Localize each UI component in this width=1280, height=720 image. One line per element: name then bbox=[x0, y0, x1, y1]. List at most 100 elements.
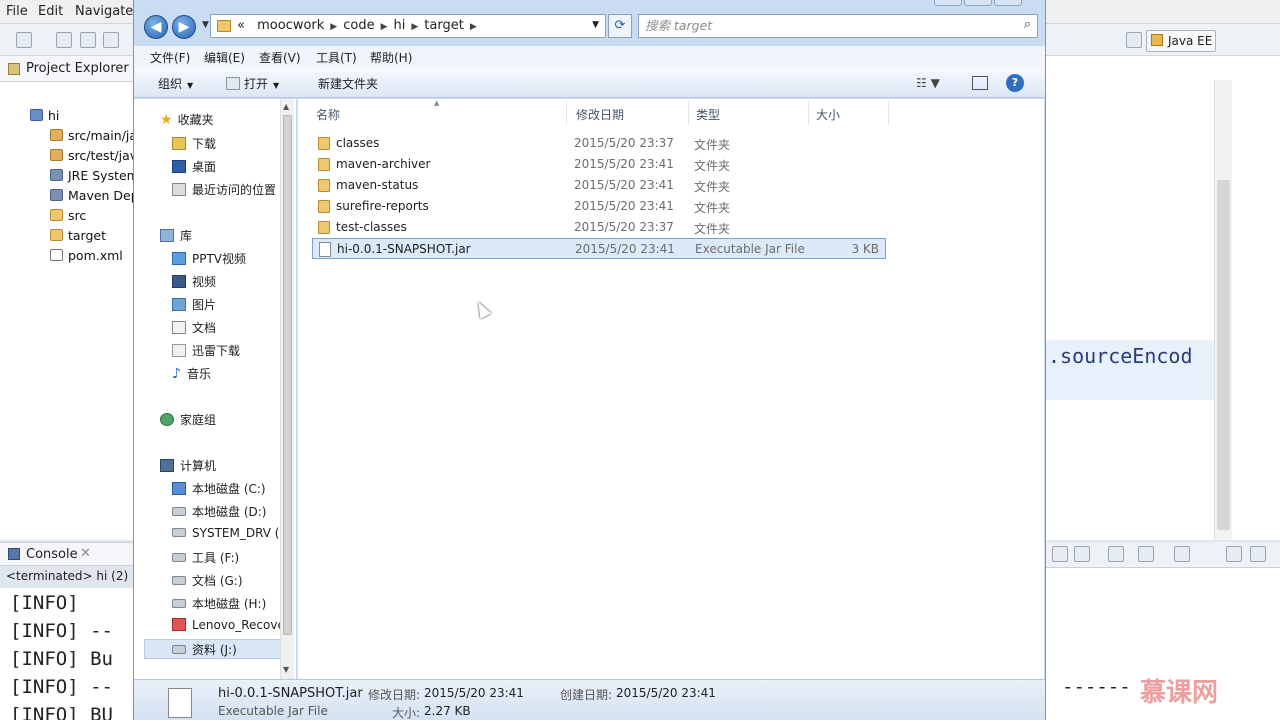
tree-src-test[interactable]: src/test/jav bbox=[50, 148, 137, 163]
tree-jre-system[interactable]: JRE System bbox=[50, 168, 139, 183]
maximize-button[interactable] bbox=[964, 0, 992, 6]
eclipse-menu-navigate[interactable]: Navigate bbox=[75, 4, 133, 19]
open-perspective-icon[interactable] bbox=[1126, 32, 1142, 48]
new-console-icon[interactable] bbox=[1174, 546, 1190, 562]
display-console-icon[interactable] bbox=[1074, 546, 1090, 562]
editor-scroll-thumb[interactable] bbox=[1217, 180, 1230, 530]
nav-videos[interactable]: 视频 bbox=[172, 273, 216, 290]
print-icon[interactable] bbox=[103, 32, 119, 48]
menu-file[interactable]: 文件(F) bbox=[150, 49, 190, 66]
file-row[interactable]: classes 2015/5/20 23:37 文件夹 bbox=[312, 133, 886, 154]
open-button[interactable]: 打开 ▼ bbox=[226, 75, 279, 92]
file-row[interactable]: maven-archiver 2015/5/20 23:41 文件夹 bbox=[312, 154, 886, 175]
help-icon[interactable]: ? bbox=[1006, 74, 1024, 92]
menu-edit[interactable]: 编辑(E) bbox=[204, 49, 245, 66]
chevron-right-icon[interactable]: ▶ bbox=[470, 22, 477, 32]
scroll-up-icon[interactable]: ▲ bbox=[283, 102, 289, 111]
search-box[interactable]: ⌕ bbox=[638, 14, 1038, 38]
nav-drive-h[interactable]: 本地磁盘 (H:) bbox=[172, 595, 266, 612]
column-divider[interactable] bbox=[688, 101, 689, 125]
chevron-right-icon[interactable]: ▶ bbox=[330, 22, 337, 32]
nav-thunder-downloads[interactable]: 迅雷下载 bbox=[172, 342, 240, 359]
file-row[interactable]: test-classes 2015/5/20 23:37 文件夹 bbox=[312, 217, 886, 238]
tree-project-hi[interactable]: hi bbox=[30, 108, 59, 123]
tree-pom-xml[interactable]: pom.xml bbox=[50, 248, 123, 263]
eclipse-menu-edit[interactable]: Edit bbox=[38, 4, 63, 19]
forward-button[interactable]: ▶ bbox=[172, 15, 196, 39]
breadcrumb-target[interactable]: target bbox=[424, 18, 464, 33]
console-tab[interactable]: Console ✕ bbox=[0, 542, 140, 566]
back-button[interactable]: ◀ bbox=[144, 15, 168, 39]
project-explorer-tab[interactable]: Project Explorer bbox=[0, 56, 140, 82]
nav-recent-places[interactable]: 最近访问的位置 bbox=[172, 181, 276, 198]
tree-src[interactable]: src bbox=[50, 208, 86, 223]
address-dropdown-icon[interactable]: ▼ bbox=[592, 20, 599, 30]
chevron-right-icon[interactable]: ▶ bbox=[411, 22, 418, 32]
tree-maven-deps[interactable]: Maven Dep bbox=[50, 188, 139, 203]
nav-pptv[interactable]: PPTV视频 bbox=[172, 250, 246, 267]
search-input[interactable] bbox=[645, 18, 1015, 33]
nav-drive-lenovo[interactable]: Lenovo_Recove bbox=[172, 618, 285, 632]
view-menu-icon[interactable] bbox=[1138, 546, 1154, 562]
search-icon[interactable]: ⌕ bbox=[1024, 17, 1031, 32]
file-row-selected[interactable]: hi-0.0.1-SNAPSHOT.jar 2015/5/20 23:41 Exec… bbox=[312, 238, 886, 259]
new-icon[interactable] bbox=[16, 32, 32, 48]
tree-target[interactable]: target bbox=[50, 228, 106, 243]
nav-computer[interactable]: 计算机 bbox=[160, 457, 216, 474]
editor-scrollbar[interactable] bbox=[1214, 80, 1232, 540]
nav-downloads[interactable]: 下载 bbox=[172, 135, 216, 152]
eclipse-menu-file[interactable]: File bbox=[6, 4, 28, 19]
pin-console-icon[interactable] bbox=[1052, 546, 1068, 562]
nav-scrollbar[interactable]: ▲ ▼ bbox=[280, 99, 294, 679]
nav-documents[interactable]: 文档 bbox=[172, 319, 216, 336]
nav-libraries[interactable]: 库 bbox=[160, 227, 192, 244]
tree-src-main[interactable]: src/main/ja bbox=[50, 128, 137, 143]
nav-homegroup[interactable]: 家庭组 bbox=[160, 411, 216, 428]
perspective-java-ee[interactable]: Java EE bbox=[1146, 30, 1216, 52]
nav-drive-g[interactable]: 文档 (G:) bbox=[172, 572, 243, 589]
column-header-size[interactable]: 大小 bbox=[816, 106, 840, 123]
breadcrumb-moocwork[interactable]: moocwork bbox=[257, 18, 324, 33]
close-icon[interactable]: ✕ bbox=[80, 546, 91, 561]
change-view-icon[interactable]: ☷ ▼ bbox=[916, 76, 940, 90]
address-bar[interactable]: « moocwork ▶ code ▶ hi ▶ target ▶ ▼ bbox=[210, 14, 606, 38]
breadcrumb-hi[interactable]: hi bbox=[394, 18, 406, 33]
nav-drive-c[interactable]: 本地磁盘 (C:) bbox=[172, 480, 266, 497]
nav-drive-system-drv[interactable]: SYSTEM_DRV ( bbox=[172, 526, 279, 540]
column-divider[interactable] bbox=[808, 101, 809, 125]
column-header-date[interactable]: 修改日期 bbox=[576, 106, 624, 123]
nav-pictures[interactable]: 图片 bbox=[172, 296, 216, 313]
menu-view[interactable]: 查看(V) bbox=[259, 49, 301, 66]
new-folder-button[interactable]: 新建文件夹 bbox=[318, 75, 378, 92]
breadcrumb-overflow[interactable]: « bbox=[237, 18, 245, 33]
nav-drive-f[interactable]: 工具 (F:) bbox=[172, 549, 239, 566]
organize-button[interactable]: 组织 ▼ bbox=[158, 75, 193, 92]
chevron-right-icon[interactable]: ▶ bbox=[381, 22, 388, 32]
maximize-icon[interactable] bbox=[1250, 546, 1266, 562]
preview-pane-icon[interactable] bbox=[972, 76, 988, 90]
column-header-type[interactable]: 类型 bbox=[696, 106, 720, 123]
nav-scroll-thumb[interactable] bbox=[283, 115, 292, 635]
minimize-button[interactable] bbox=[934, 0, 962, 6]
file-row[interactable]: surefire-reports 2015/5/20 23:41 文件夹 bbox=[312, 196, 886, 217]
recent-pages-dropdown[interactable]: ▼ bbox=[202, 20, 209, 30]
minimize-icon[interactable] bbox=[1226, 546, 1242, 562]
column-divider[interactable] bbox=[888, 101, 889, 125]
nav-desktop[interactable]: 桌面 bbox=[172, 158, 216, 175]
nav-drive-j[interactable]: 资料 (J:) bbox=[172, 641, 237, 658]
save-all-icon[interactable] bbox=[80, 32, 96, 48]
column-header-name[interactable]: 名称 bbox=[316, 106, 340, 123]
close-button[interactable] bbox=[994, 0, 1022, 6]
nav-music[interactable]: ♪ 音乐 bbox=[172, 365, 211, 382]
menu-help[interactable]: 帮助(H) bbox=[370, 49, 412, 66]
scroll-down-icon[interactable]: ▼ bbox=[283, 665, 289, 674]
menu-tools[interactable]: 工具(T) bbox=[316, 49, 357, 66]
column-divider[interactable] bbox=[566, 101, 567, 125]
file-row[interactable]: maven-status 2015/5/20 23:41 文件夹 bbox=[312, 175, 886, 196]
refresh-button[interactable]: ⟳ bbox=[608, 14, 632, 38]
nav-favorites[interactable]: ★ 收藏夹 bbox=[160, 111, 214, 128]
save-icon[interactable] bbox=[56, 32, 72, 48]
open-console-icon[interactable] bbox=[1108, 546, 1124, 562]
nav-drive-d[interactable]: 本地磁盘 (D:) bbox=[172, 503, 266, 520]
breadcrumb-code[interactable]: code bbox=[343, 18, 374, 33]
